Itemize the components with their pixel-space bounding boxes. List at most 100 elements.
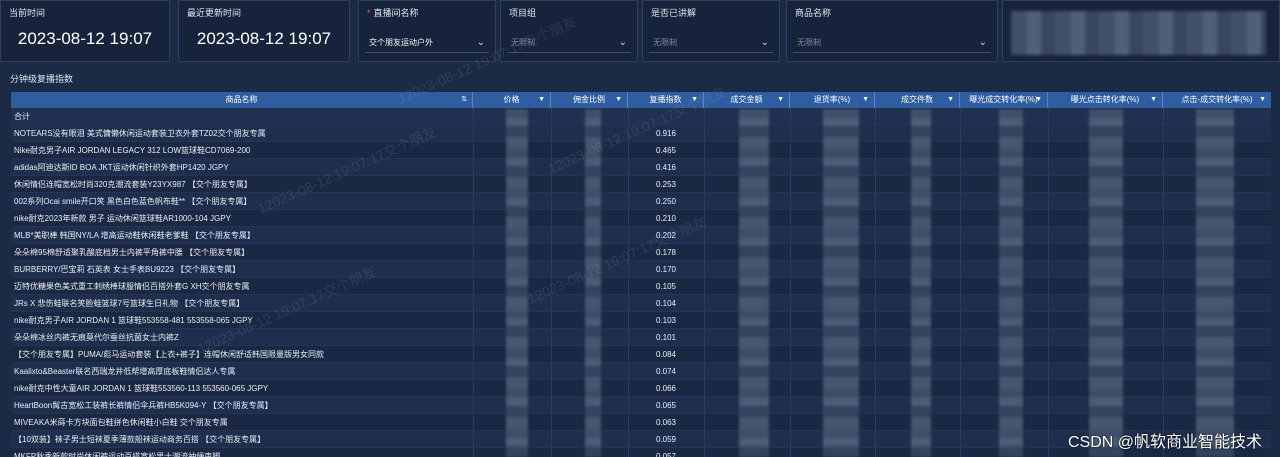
product-name-cell: MIVEAKA米蒔卡方块面包鞋拼色休闲鞋小白鞋 交个朋友专属 [14,418,228,427]
current-time-card: 当前时间 2023-08-12 19:07 [0,0,170,62]
sort-icon[interactable]: ⇅ [461,92,467,108]
product-name-cell: 【10双装】袜子男士短袜夏季薄款船袜运动商务百搭 【交个朋友专属】 [14,435,266,444]
table-row[interactable]: adidas阿迪达斯ID BOA JKT运动休闲针织外套HP1420 JGPY 0… [11,159,1271,176]
table-row[interactable]: 002系列Ocai smile开口笑 黑色白色蓝色帆布鞋** 【交个朋友专属】 0… [11,193,1271,210]
product-name-cell: adidas阿迪达斯ID BOA JKT运动休闲针织外套HP1420 JGPY [14,163,229,172]
col-header-label: 佣金比例 [573,95,605,104]
column-divider [1048,108,1049,457]
product-name-select[interactable]: 无限制 ⌄ [793,33,991,53]
table-row[interactable]: BURBERRY/巴宝莉 石英表 女士手表BU9223 【交个朋友专属】 0.17… [11,261,1271,278]
col-header-units-sold[interactable]: 成交件数 ▼ [875,92,960,108]
col-header-price[interactable]: 价格 ▼ [473,92,551,108]
caret-down-icon[interactable]: ▼ [862,92,869,108]
project-group-filter: 项目组 无限制 ⌄ [500,0,638,62]
caret-down-icon[interactable]: ▼ [1150,92,1157,108]
current-time-value: 2023-08-12 19:07 [17,29,153,48]
filter-bar: 当前时间 2023-08-12 19:07 最近更新时间 2023-08-12 … [0,0,1280,66]
required-mark: * [367,8,371,18]
table-row[interactable]: Nike耐克男子AIR JORDAN LEGACY 312 LOW篮球鞋CD70… [11,142,1271,159]
rebroadcast-index-cell: 0.074 [655,367,677,376]
rebroadcast-index-cell: 0.103 [655,316,677,325]
column-divider [551,108,552,457]
product-name-cell: 002系列Ocai smile开口笑 黑色白色蓝色帆布鞋** 【交个朋友专属】 [14,197,252,206]
column-divider [1163,108,1164,457]
col-header-label: 价格 [503,95,520,104]
column-divider [875,108,876,457]
live-room-select[interactable]: 交个朋友运动户外 ⌄ [365,33,489,53]
redacted-return-rate-column [823,109,859,457]
table-row[interactable]: nike耐克男子AIR JORDAN 1 篮球鞋553558-481 55355… [11,312,1271,329]
table-row[interactable]: MLB*美职棒 韩国NY/LA 增高运动鞋休闲鞋老爹鞋 【交个朋友专属】 0.20… [11,227,1271,244]
caret-down-icon[interactable]: ▼ [1259,92,1266,108]
col-header-exposure-click-rate[interactable]: 曝光点击转化率(%) ▼ [1048,92,1163,108]
chevron-down-icon: ⌄ [978,37,987,48]
project-group-label: 项目组 [509,8,537,18]
redacted-block [1011,11,1266,55]
caret-down-icon[interactable]: ▼ [538,92,545,108]
explained-placeholder: 无限制 [653,38,677,47]
last-update-value: 2023-08-12 19:07 [196,29,332,48]
caret-down-icon[interactable]: ▼ [691,92,698,108]
rebroadcast-index-cell: 0.105 [655,282,677,291]
rebroadcast-index-cell: 0.063 [655,418,677,427]
table-row[interactable]: 朵朵棉95棉舒适聚乳酸底档男士内裤平角裤中腰 【交个朋友专属】 0.178 [11,244,1271,261]
last-update-card: 最近更新时间 2023-08-12 19:07 [178,0,350,62]
caret-down-icon[interactable]: ▼ [777,92,784,108]
table-header: 商品名称 ⇅ 价格 ▼ 佣金比例 ▼ 复播指数 ▼ 成交金额 ▼ 退货率(%) ▼ 成交件数… [11,92,1271,108]
rebroadcast-index-cell: 0.065 [655,401,677,410]
table-row[interactable]: Kaalixto&Beaster联名西瑞龙井低帮增高厚底板鞋情侣达人专属 0.07… [11,363,1271,380]
redacted-price-column [506,109,528,457]
col-header-product-name[interactable]: 商品名称 ⇅ [11,92,473,108]
rebroadcast-index-cell: 0.059 [655,435,677,444]
product-name-label: 商品名称 [795,8,832,18]
explained-select[interactable]: 无限制 ⌄ [649,33,773,53]
table-row[interactable]: 迈特优糖果色美式重工刺绣棒球服情侣百搭外套G XH交个朋友专属 0.105 [11,278,1271,295]
redacted-exposure-deal-column [999,109,1023,457]
last-update-label: 最近更新时间 [187,8,242,18]
product-name-cell: 迈特优糖果色美式重工刺绣棒球服情侣百搭外套G XH交个朋友专属 [14,282,250,291]
product-name-cell: 【交个朋友专属】PUMA/彪马运动套装【上衣+裤子】连帽休闲舒适韩国限量版男女同… [14,350,325,359]
total-label: 合计 [14,112,30,121]
product-name-cell: Kaalixto&Beaster联名西瑞龙井低帮增高厚底板鞋情侣达人专属 [14,367,236,376]
table-row[interactable]: nike耐克2023年新款 男子 运动休闲篮球鞋AR1000-104 JGPY 0… [11,210,1271,227]
rebroadcast-index-cell: 0.253 [655,180,677,189]
rebroadcast-index-cell: 0.057 [655,452,677,457]
table-row[interactable]: NOTEARS没有眼泪 美式慵懒休闲运动套装卫衣外套TZ02交个朋友专属 0.91… [11,125,1271,142]
project-group-select[interactable]: 无限制 ⌄ [507,33,631,53]
table-row[interactable]: 休闲情侣连帽宽松时尚320克潮流套装Y23YX987 【交个朋友专属】 0.253 [11,176,1271,193]
rebroadcast-index-cell: 0.202 [655,231,677,240]
caret-down-icon[interactable]: ▼ [1035,92,1042,108]
chevron-down-icon: ⌄ [760,37,769,48]
col-header-label: 复播指数 [649,95,682,104]
table-row[interactable]: 【交个朋友专属】PUMA/彪马运动套装【上衣+裤子】连帽休闲舒适韩国限量版男女同… [11,346,1271,363]
col-header-label: 成交件数 [901,95,933,104]
product-name-cell: MLB*美职棒 韩国NY/LA 增高运动鞋休闲鞋老爹鞋 【交个朋友专属】 [14,231,255,240]
col-header-label: 退货率(%) [813,95,851,104]
redacted-units-column [911,109,931,457]
col-header-label: 点击-成交转化率(%) [1181,95,1253,104]
rebroadcast-index-cell: 0.250 [655,197,677,206]
col-header-return-rate[interactable]: 退货率(%) ▼ [790,92,875,108]
live-room-selected-value: 交个朋友运动户外 [369,38,433,47]
csdn-credit: CSDN @帆软商业智能技术 [1067,434,1262,451]
col-header-exposure-deal-rate[interactable]: 曝光成交转化率(%) ▼ [960,92,1048,108]
rebroadcast-index-cell: 0.465 [655,146,677,155]
table-body: 合计 NOTEARS没有眼泪 美式慵懒休闲运动套装卫衣外套TZ02交个朋友专属 0… [11,108,1271,457]
column-divider [704,108,705,457]
redacted-commission-column [585,109,601,457]
table-row[interactable]: HeartBoon髯古宽松工装裤长裤情侣伞兵裤HB5K094-Y 【交个朋友专属… [11,397,1271,414]
live-room-label-text: 直播间名称 [373,8,419,18]
table-total-row: 合计 [11,108,1271,125]
col-header-rebroadcast-index[interactable]: 复播指数 ▼ [628,92,704,108]
table-row[interactable]: nike耐克中性大童AIR JORDAN 1 篮球鞋553560-113 553… [11,380,1271,397]
col-header-click-deal-rate[interactable]: 点击-成交转化率(%) ▼ [1163,92,1271,108]
caret-down-icon[interactable]: ▼ [947,92,954,108]
table-row[interactable]: JRs X 悲伤蛙联名笑脸蛙篮球7号篮球生日礼物 【交个朋友专属】 0.104 [11,295,1271,312]
caret-down-icon[interactable]: ▼ [615,92,622,108]
explained-label: 是否已讲解 [651,8,697,18]
col-header-commission[interactable]: 佣金比例 ▼ [551,92,628,108]
col-header-gmv[interactable]: 成交金额 ▼ [704,92,790,108]
chevron-down-icon: ⌄ [476,37,485,48]
table-row[interactable]: 朵朵棉冰丝内裤无痕莫代尔蚕丝抗菌女士内裤Z 0.101 [11,329,1271,346]
product-name-cell: nike耐克2023年新款 男子 运动休闲篮球鞋AR1000-104 JGPY [14,214,231,223]
